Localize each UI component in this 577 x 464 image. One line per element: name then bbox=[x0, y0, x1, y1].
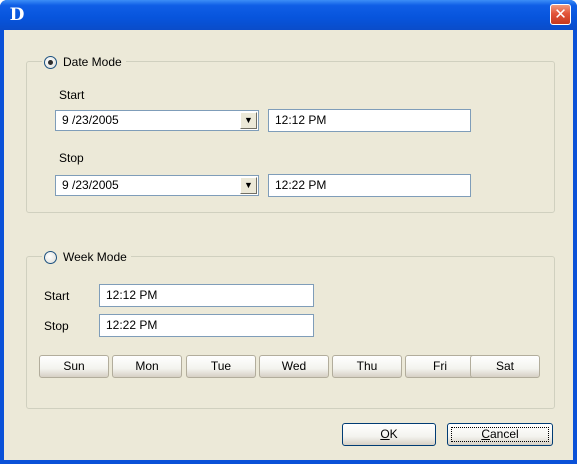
week-start-time-field[interactable]: 12:12 PM bbox=[99, 284, 314, 307]
date-stop-date-dropdown[interactable]: 9 /23/2005 ▼ bbox=[55, 175, 259, 196]
date-mode-radio[interactable] bbox=[44, 55, 57, 69]
focus-ring bbox=[451, 427, 549, 442]
date-start-label: Start bbox=[59, 88, 85, 102]
date-start-time-field[interactable]: 12:12 PM bbox=[268, 109, 471, 132]
day-button-mon[interactable]: Mon bbox=[112, 355, 182, 378]
date-start-date-value: 9 /23/2005 bbox=[62, 113, 119, 127]
date-stop-date-value: 9 /23/2005 bbox=[62, 178, 119, 192]
day-button-thu[interactable]: Thu bbox=[332, 355, 402, 378]
week-start-label: Start bbox=[44, 289, 70, 303]
week-mode-option[interactable]: Week Mode bbox=[42, 249, 131, 265]
title-bar[interactable]: D ✕ bbox=[0, 0, 577, 30]
close-button[interactable]: ✕ bbox=[550, 4, 571, 25]
app-icon: D bbox=[9, 5, 25, 25]
day-button-wed[interactable]: Wed bbox=[259, 355, 329, 378]
date-stop-label: Stop bbox=[59, 151, 84, 165]
ok-mnemonic: O bbox=[380, 427, 390, 441]
date-mode-label[interactable]: Date Mode bbox=[63, 55, 122, 69]
dialog-body: Date Mode Start 9 /23/2005 ▼ 12:12 PM St… bbox=[4, 30, 573, 460]
day-button-sat[interactable]: Sat bbox=[470, 355, 540, 378]
day-button-sun[interactable]: Sun bbox=[39, 355, 109, 378]
chevron-down-icon[interactable]: ▼ bbox=[240, 177, 257, 194]
day-button-fri[interactable]: Fri bbox=[405, 355, 475, 378]
date-stop-time-field[interactable]: 12:22 PM bbox=[268, 174, 471, 197]
day-button-tue[interactable]: Tue bbox=[186, 355, 256, 378]
cancel-button[interactable]: Cancel bbox=[447, 423, 553, 446]
date-start-date-dropdown[interactable]: 9 /23/2005 ▼ bbox=[55, 110, 259, 131]
ok-label: K bbox=[389, 427, 398, 441]
week-mode-label[interactable]: Week Mode bbox=[63, 250, 127, 264]
chevron-down-icon[interactable]: ▼ bbox=[240, 112, 257, 129]
week-stop-label: Stop bbox=[44, 319, 69, 333]
dialog-window: D ✕ Date Mode Start 9 /23/2005 ▼ 12:12 P… bbox=[0, 0, 577, 464]
date-mode-option[interactable]: Date Mode bbox=[42, 54, 126, 70]
week-mode-radio[interactable] bbox=[44, 250, 57, 264]
radio-selected-dot bbox=[48, 59, 53, 65]
week-stop-time-field[interactable]: 12:22 PM bbox=[99, 314, 314, 337]
ok-button[interactable]: OK bbox=[342, 423, 436, 446]
